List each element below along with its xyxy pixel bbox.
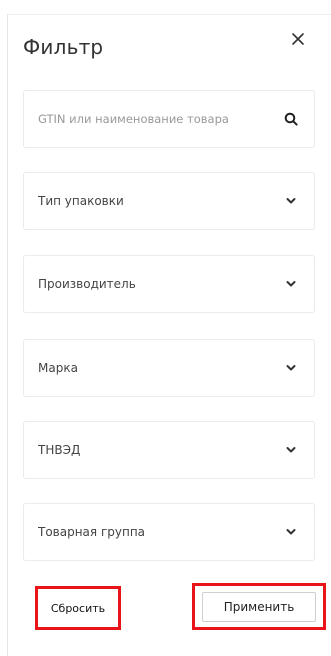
apply-highlight: Применить [192, 583, 326, 630]
product-group-select[interactable]: Товарная группа [23, 503, 315, 561]
brand-label: Марка [38, 361, 78, 375]
brand-select[interactable]: Марка [23, 339, 315, 397]
reset-highlight: Сбросить [35, 586, 121, 630]
tnved-label: ТНВЭД [38, 443, 81, 457]
tnved-select[interactable]: ТНВЭД [23, 421, 315, 479]
close-icon[interactable] [291, 31, 305, 50]
reset-button[interactable]: Сбросить [47, 596, 109, 621]
chevron-down-icon[interactable] [282, 523, 300, 541]
product-group-label: Товарная группа [38, 525, 146, 539]
manufacturer-select[interactable]: Производитель [23, 255, 315, 313]
chevron-down-icon[interactable] [282, 359, 300, 377]
chevron-down-icon[interactable] [282, 192, 300, 210]
search-icon[interactable] [282, 110, 300, 128]
search-input[interactable] [38, 112, 282, 126]
package-type-label: Тип упаковки [38, 194, 124, 208]
search-field[interactable] [23, 90, 315, 148]
package-type-select[interactable]: Тип упаковки [23, 172, 315, 230]
apply-button[interactable]: Применить [202, 591, 316, 622]
close-button[interactable] [284, 26, 312, 54]
filter-title: Фильтр [23, 35, 104, 59]
chevron-down-icon[interactable] [282, 441, 300, 459]
chevron-down-icon[interactable] [282, 275, 300, 293]
manufacturer-label: Производитель [38, 277, 136, 291]
